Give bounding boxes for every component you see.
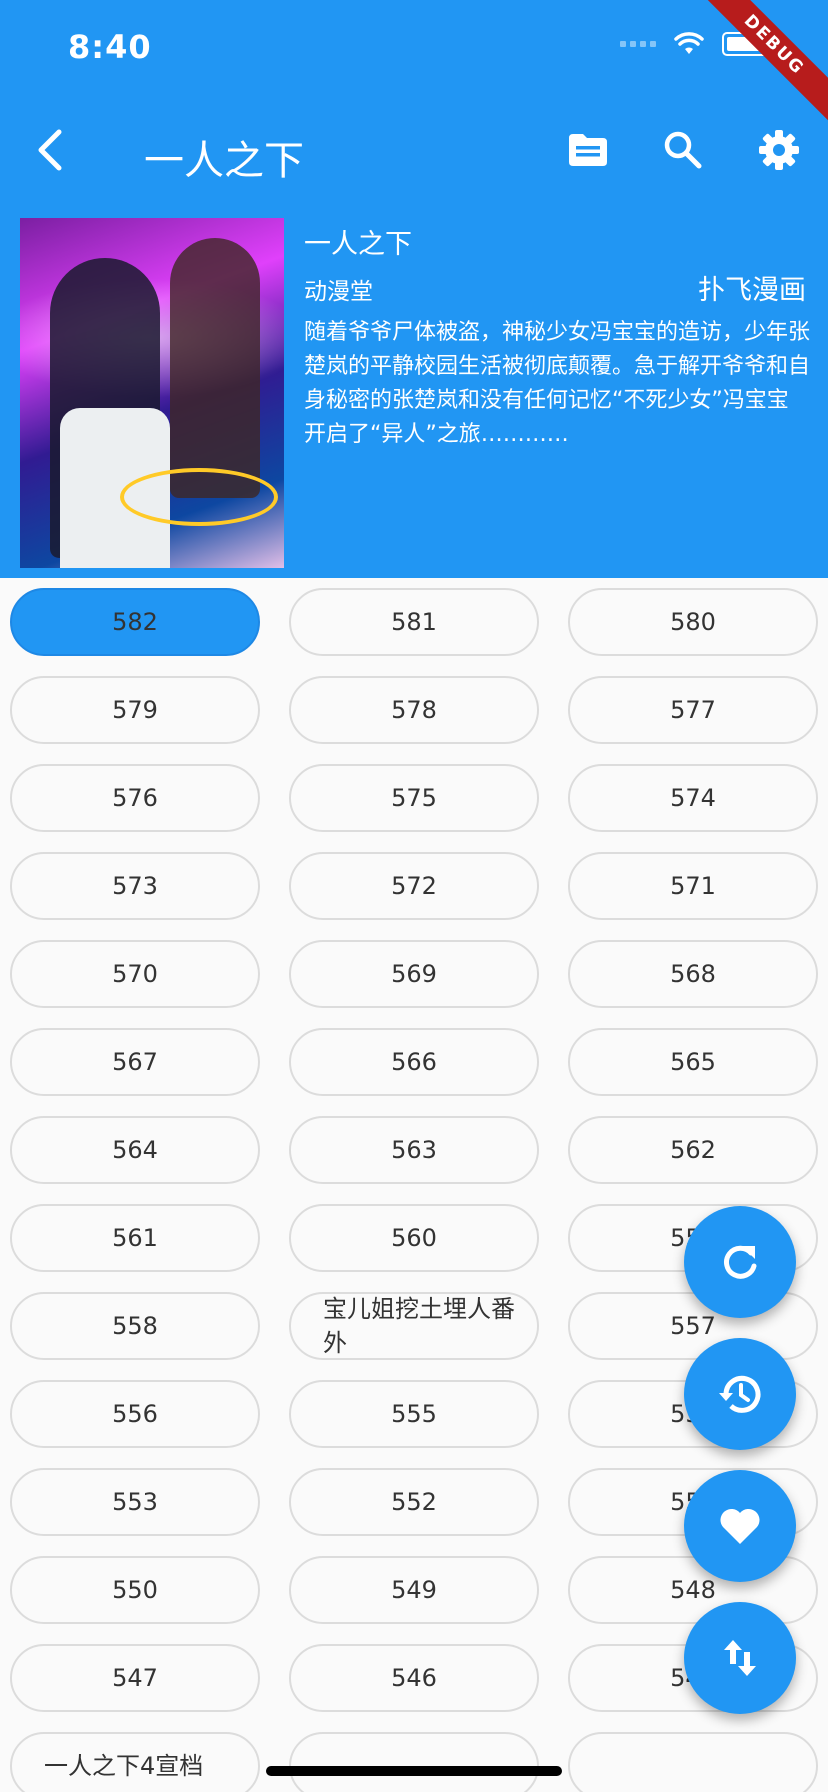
chapter-chip[interactable]: 579: [10, 676, 260, 744]
chapter-chip[interactable]: 581: [289, 588, 539, 656]
signal-icon: [620, 41, 656, 47]
favorite-icon: [720, 1508, 760, 1544]
chapter-chip[interactable]: 577: [568, 676, 818, 744]
chapter-chip[interactable]: 547: [10, 1644, 260, 1712]
chapter-chip[interactable]: 一人之下4宣档: [10, 1732, 260, 1792]
comic-cover-image: [20, 218, 284, 568]
comic-title: 一人之下: [304, 229, 412, 260]
chapter-chip[interactable]: 550: [10, 1556, 260, 1624]
chapter-chip[interactable]: 563: [289, 1116, 539, 1184]
refresh-button[interactable]: [684, 1206, 796, 1318]
chapter-chip[interactable]: [568, 1732, 818, 1792]
chapter-chip[interactable]: 572: [289, 852, 539, 920]
settings-button[interactable]: [749, 120, 809, 180]
chapter-chip[interactable]: 548: [568, 1556, 818, 1624]
sort-icon: [724, 1640, 756, 1676]
chapter-chip[interactable]: 549: [289, 1556, 539, 1624]
home-indicator: [266, 1766, 562, 1776]
chapter-chip[interactable]: [289, 1732, 539, 1792]
page-title: 一人之下: [144, 138, 304, 184]
chapter-chip[interactable]: 578: [289, 676, 539, 744]
chapter-chip[interactable]: 560: [289, 1204, 539, 1272]
chapter-chip[interactable]: 576: [10, 764, 260, 832]
chapter-chip[interactable]: 546: [289, 1644, 539, 1712]
favorite-button[interactable]: [684, 1470, 796, 1582]
settings-icon: [759, 130, 799, 170]
wifi-icon: [674, 32, 704, 54]
chapter-chip[interactable]: 558: [10, 1292, 260, 1360]
chapter-chip[interactable]: 570: [10, 940, 260, 1008]
chapter-chip[interactable]: 569: [289, 940, 539, 1008]
chapter-chip[interactable]: 571: [568, 852, 818, 920]
chapter-chip[interactable]: 564: [10, 1116, 260, 1184]
chapter-chip[interactable]: 553: [10, 1468, 260, 1536]
chapter-chip[interactable]: 573: [10, 852, 260, 920]
chapter-chip[interactable]: 567: [10, 1028, 260, 1096]
chapter-chip[interactable]: 556: [10, 1380, 260, 1448]
chapter-chip[interactable]: 552: [289, 1468, 539, 1536]
comic-source: 动漫堂: [304, 279, 373, 305]
back-button[interactable]: [20, 120, 80, 180]
chapter-chip[interactable]: 575: [289, 764, 539, 832]
app-bar: 一人之下: [0, 110, 828, 190]
folder-icon: [569, 134, 607, 166]
history-button[interactable]: [684, 1338, 796, 1450]
chapter-chip[interactable]: 561: [10, 1204, 260, 1272]
chapter-chip[interactable]: 562: [568, 1116, 818, 1184]
search-button[interactable]: [653, 120, 713, 180]
status-time: 8:40: [68, 28, 152, 66]
chapter-chip[interactable]: 566: [289, 1028, 539, 1096]
chapter-chip[interactable]: 557: [568, 1292, 818, 1360]
refresh-icon: [724, 1245, 757, 1279]
chapter-chip[interactable]: 574: [568, 764, 818, 832]
chapter-chip[interactable]: 555: [289, 1380, 539, 1448]
chapter-list: 582 581 580 579 578 577 576 575 574 573 572 571 570 5…: [0, 578, 828, 1792]
history-icon: [719, 1375, 761, 1413]
chapter-chip[interactable]: 宝儿姐挖土埋人番外: [289, 1292, 539, 1360]
chapter-chip[interactable]: 568: [568, 940, 818, 1008]
search-icon: [664, 131, 702, 169]
comic-description: 随着爷爷尸体被盗，神秘少女冯宝宝的造访，少年张楚岚的平静校园生活被彻底颠覆。急于…: [304, 320, 811, 447]
chapter-chip[interactable]: 580: [568, 588, 818, 656]
header: 8:40 DEBUG 一人之下 一人之下 动漫堂 扑飞漫画 随着爷爷尸体被盗，神…: [0, 0, 828, 578]
folder-button[interactable]: [558, 120, 618, 180]
chapter-chip[interactable]: 565: [568, 1028, 818, 1096]
sort-button[interactable]: [684, 1602, 796, 1714]
chapter-chip[interactable]: 582: [10, 588, 260, 656]
comic-site: 扑飞漫画: [698, 275, 806, 306]
back-icon: [38, 129, 62, 171]
